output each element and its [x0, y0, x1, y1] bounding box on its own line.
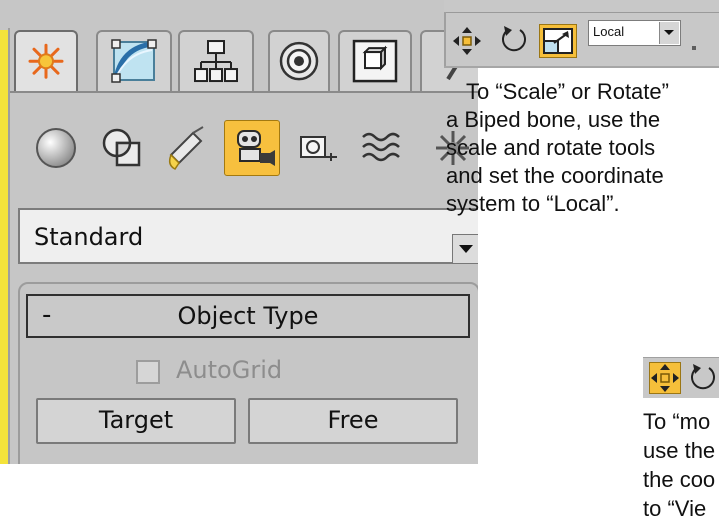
create-command-panel: Standard - Object Type AutoGrid Target F…	[0, 0, 478, 464]
space-warps-icon	[362, 132, 400, 162]
caption-line: scale and rotate tools	[446, 135, 656, 160]
move-icon	[651, 364, 679, 392]
modify-icon	[111, 39, 157, 83]
caption-line: use the	[643, 438, 716, 463]
motion-icon	[279, 41, 319, 81]
geometry-sphere-icon	[36, 128, 76, 168]
lights-icon	[168, 126, 204, 170]
free-camera-button[interactable]: Free	[248, 398, 458, 444]
create-star-icon	[28, 43, 64, 79]
helpers-icon	[300, 136, 337, 161]
toolbar-separator	[444, 12, 446, 66]
rotate-icon[interactable]	[498, 24, 530, 56]
coordinate-dropdown-arrow[interactable]	[659, 22, 679, 44]
autogrid-checkbox[interactable]	[136, 360, 160, 384]
category-cameras[interactable]	[224, 120, 280, 176]
tab-row-divider	[10, 91, 478, 93]
toolbar-top-divider	[444, 12, 719, 13]
move-toolbar	[643, 357, 719, 398]
category-shapes[interactable]	[94, 120, 150, 176]
dropdown-arrow-button[interactable]	[452, 234, 478, 264]
autogrid-label: AutoGrid	[176, 356, 283, 384]
chevron-down-icon	[459, 245, 473, 253]
move-instructions: To “mo use the the coo to “Vie	[643, 407, 719, 523]
caption-line: a Biped bone, use the	[446, 107, 661, 132]
chevron-down-icon	[664, 30, 674, 35]
caption-line: to “Vie	[643, 496, 707, 521]
tab-display[interactable]	[338, 30, 412, 92]
coordinate-system-value: Local	[593, 24, 625, 39]
display-icon	[352, 39, 398, 83]
tab-create[interactable]	[14, 30, 78, 92]
object-category-dropdown[interactable]: Standard	[18, 208, 478, 264]
tab-motion[interactable]	[268, 30, 330, 92]
shapes-icon	[102, 128, 141, 167]
rollout-title: Object Type	[177, 302, 319, 330]
category-space-warps[interactable]	[354, 120, 410, 176]
tab-modify[interactable]	[96, 30, 172, 92]
target-camera-button[interactable]: Target	[36, 398, 236, 444]
move-icon[interactable]	[452, 26, 482, 56]
category-lights[interactable]	[158, 120, 214, 176]
reference-coordinate-system-dropdown[interactable]: Local	[588, 20, 681, 46]
scale-icon	[543, 28, 573, 54]
rotate-icon[interactable]	[687, 362, 719, 394]
category-helpers[interactable]	[290, 120, 346, 176]
rollout-header[interactable]: - Object Type	[26, 294, 470, 338]
toolbar-corner-mark	[692, 46, 696, 50]
panel-border	[8, 28, 10, 464]
move-tool-button[interactable]	[649, 362, 681, 394]
caption-line: To “Scale” or Rotate”	[466, 79, 669, 104]
category-geometry[interactable]	[28, 120, 84, 176]
scale-tool-button[interactable]	[539, 24, 577, 58]
tab-hierarchy[interactable]	[178, 30, 254, 92]
caption-line: system to “Local”.	[446, 191, 620, 216]
hierarchy-icon	[194, 40, 238, 83]
caption-line: To “mo	[643, 409, 711, 434]
transform-toolbar: Local	[444, 0, 719, 68]
scale-rotate-instructions: To “Scale” or Rotate” a Biped bone, use …	[446, 78, 719, 218]
cameras-icon	[237, 130, 275, 166]
dropdown-selected-value: Standard	[34, 223, 144, 251]
caption-line: the coo	[643, 467, 716, 492]
panel-edge-highlight	[0, 30, 8, 464]
caption-line: and set the coordinate	[446, 163, 664, 188]
